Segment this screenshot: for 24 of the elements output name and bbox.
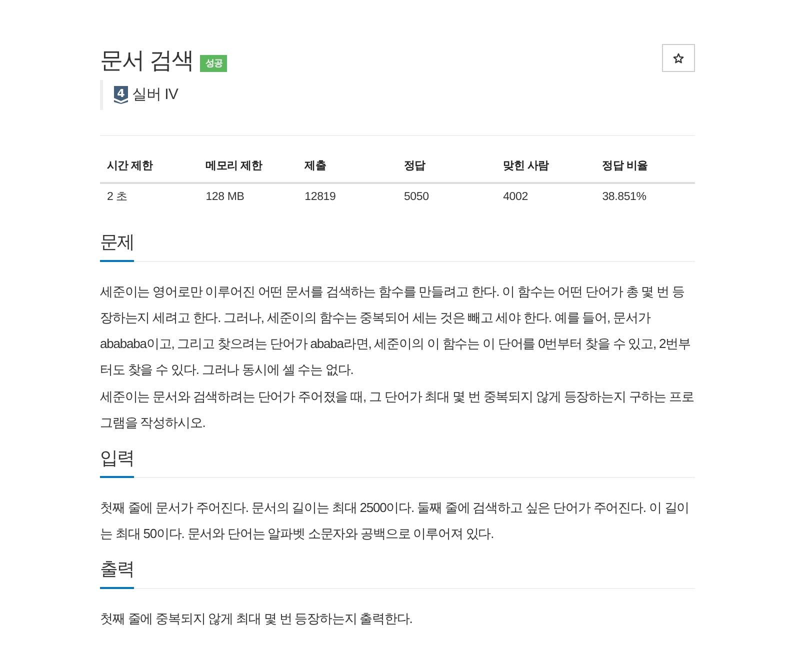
table-cell: 5050 <box>396 183 496 211</box>
tier-icon: 4 <box>114 86 128 104</box>
table-cell: 2 초 <box>100 183 199 211</box>
problem-title: 문서 검색 <box>100 46 194 75</box>
column-header: 시간 제한 <box>100 151 199 183</box>
column-header: 정답 비율 <box>595 151 695 183</box>
table-cell: 38.851% <box>595 183 695 211</box>
paragraph: 첫째 줄에 문서가 주어진다. 문서의 길이는 최대 2500이다. 둘째 줄에 검색하고 싶은 단어가 주어진다. 이 길이는 최대 50이다. 문서와 단어는 알파벳 소문자와 공백으로 이루어져 있다. <box>100 499 690 543</box>
column-header: 제출 <box>298 151 397 183</box>
section-heading: 출력 <box>100 555 134 589</box>
table-cell: 128 MB <box>198 183 298 211</box>
paragraph: 세준이는 문서와 검색하려는 단어가 주어졌을 때, 그 단어가 최대 몇 번 중복되지 않게 등장하는지 구하는 프로그램을 작성하시오. <box>100 388 695 432</box>
status-badge: 성공 <box>200 54 228 72</box>
column-header: 메모리 제한 <box>198 151 298 183</box>
favorite-button[interactable] <box>662 44 695 72</box>
table-cell: 12819 <box>298 183 397 211</box>
section-heading: 문제 <box>100 228 134 262</box>
paragraph: 첫째 줄에 중복되지 않게 최대 몇 번 등장하는지 출력한다. <box>100 610 414 628</box>
tier-label: 실버 IV <box>132 85 178 105</box>
column-header: 정답 <box>396 151 496 183</box>
paragraph: 세준이는 영어로만 이루어진 어떤 문서를 검색하는 함수를 만들려고 한다. 이 함수는 어떤 단어가 총 몇 번 등장하는지 세려고 한다. 그러나, 세준이의 함수는 중복되어 세는 것은 빼고 세야 한다. 예를 들어, 문서가 abababa이고, 그리고 찾으려는 단어가 ababa라면, 세준이의 이 함수는 이 단어를 0번부터 찾을 수 있고, 2번부터도 찾을 수 있다. 그러나 동시에 셀 수는 없다. <box>100 283 692 379</box>
column-header: 맞힌 사람 <box>496 151 596 183</box>
table-cell: 4002 <box>496 183 596 211</box>
section-heading: 입력 <box>100 444 134 478</box>
